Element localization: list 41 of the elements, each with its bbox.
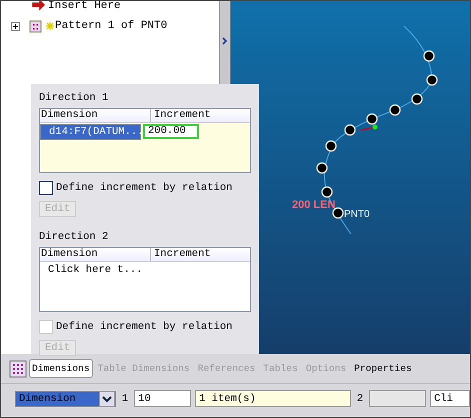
checkbox-label[interactable]: Define increment by relation bbox=[56, 321, 232, 333]
chevron-icon[interactable] bbox=[222, 37, 228, 45]
items-field[interactable]: Cli bbox=[430, 390, 470, 407]
pattern-point[interactable] bbox=[344, 124, 356, 136]
pattern-icon[interactable] bbox=[9, 360, 27, 378]
dimension-cell[interactable]: d14:F7(DATUM... bbox=[40, 124, 141, 140]
tree-item[interactable]: Pattern 1 of PNT0 bbox=[55, 20, 168, 32]
pattern-point[interactable] bbox=[332, 207, 344, 219]
direction-label: 1 bbox=[120, 392, 130, 404]
star-icon bbox=[46, 22, 54, 30]
pattern-icon bbox=[29, 19, 43, 33]
direction-label: 2 bbox=[356, 392, 364, 404]
dimension-cell[interactable]: Click here t... bbox=[40, 263, 150, 278]
checkbox-label[interactable]: Define increment by relation bbox=[56, 182, 232, 194]
count-field[interactable] bbox=[369, 390, 426, 407]
pattern-point[interactable] bbox=[423, 50, 435, 62]
column-header: Increment bbox=[150, 109, 250, 122]
pattern-point[interactable] bbox=[366, 113, 378, 125]
pattern-point[interactable] bbox=[325, 140, 337, 152]
drag-handle[interactable] bbox=[372, 124, 378, 130]
tab[interactable]: Properties bbox=[351, 359, 415, 378]
point-label: PNT0 bbox=[344, 209, 370, 220]
expand-icon[interactable] bbox=[11, 22, 20, 30]
checkbox[interactable] bbox=[39, 181, 53, 195]
tab[interactable]: Dimensions bbox=[29, 359, 93, 378]
pattern-point[interactable] bbox=[426, 74, 438, 86]
tree-item[interactable]: Insert Here bbox=[48, 1, 121, 12]
column-header: Dimension bbox=[40, 109, 99, 122]
type-dropdown[interactable]: Dimension bbox=[15, 390, 116, 406]
pattern-point[interactable] bbox=[411, 93, 423, 105]
arrow-icon bbox=[31, 1, 45, 13]
column-header: Increment bbox=[150, 248, 250, 261]
pattern-point[interactable] bbox=[316, 162, 328, 174]
pattern-point[interactable] bbox=[389, 104, 401, 116]
column-header: Dimension bbox=[40, 248, 99, 261]
section-title: Direction 1 bbox=[39, 92, 110, 104]
items-field[interactable]: 1 item(s) bbox=[195, 390, 351, 407]
pattern-point[interactable] bbox=[321, 186, 333, 198]
section-title: Direction 2 bbox=[39, 231, 110, 243]
count-field[interactable]: 10 bbox=[134, 390, 192, 407]
increment-field[interactable]: 200.00 bbox=[143, 124, 199, 139]
